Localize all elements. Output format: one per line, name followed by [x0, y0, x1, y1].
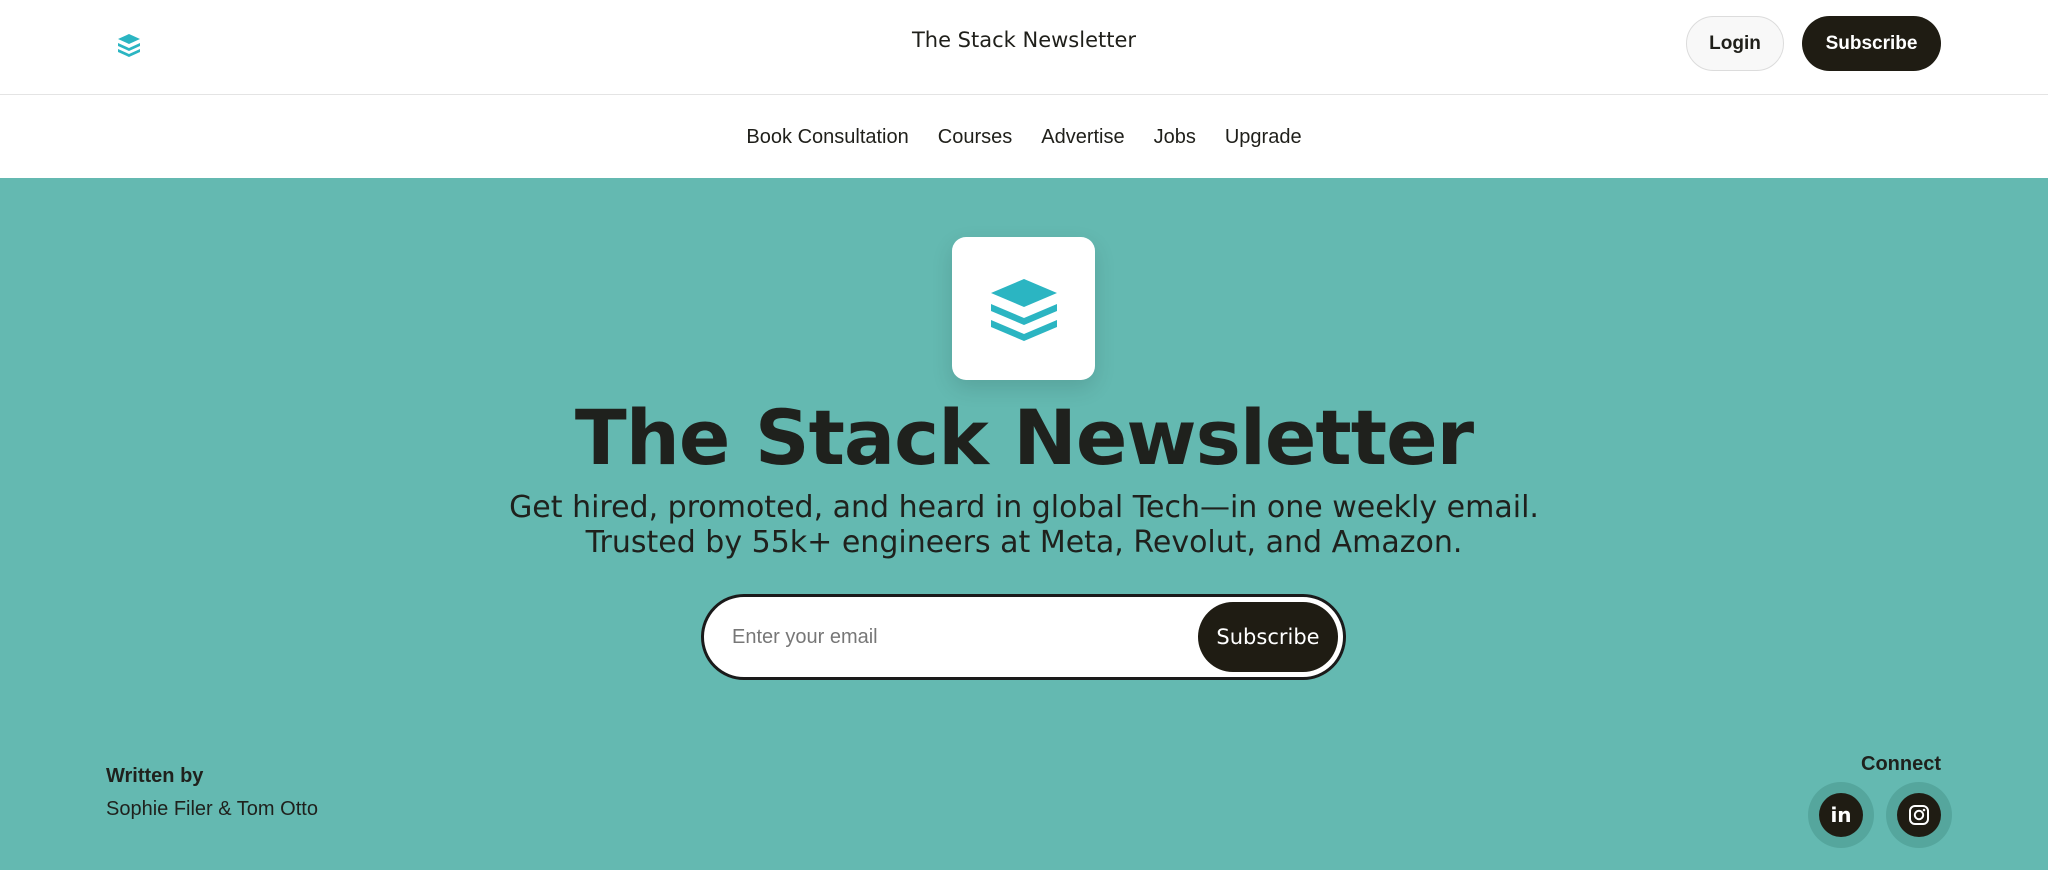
- hero-logo-card: [952, 237, 1095, 380]
- email-signup-form: Subscribe: [701, 594, 1346, 680]
- nav-item-book-consultation[interactable]: Book Consultation: [746, 126, 908, 149]
- hero-title: The Stack Newsletter: [574, 393, 1474, 482]
- authors-text: Sophie Filer & Tom Otto: [106, 798, 318, 820]
- top-header: The Stack Newsletter Login Subscribe: [0, 0, 2048, 95]
- hero-section: The Stack Newsletter Get hired, promoted…: [0, 178, 2048, 870]
- main-nav: Book Consultation Courses Advertise Jobs…: [0, 96, 2048, 178]
- written-by-label: Written by: [106, 765, 204, 787]
- stack-layers-icon: [990, 278, 1057, 341]
- email-input[interactable]: [732, 615, 1172, 659]
- email-subscribe-button[interactable]: Subscribe: [1198, 602, 1338, 672]
- linkedin-icon: in: [1819, 793, 1863, 837]
- nav-item-upgrade[interactable]: Upgrade: [1225, 126, 1302, 149]
- instagram-button[interactable]: [1886, 782, 1952, 848]
- stack-layers-icon[interactable]: [114, 30, 144, 60]
- linkedin-button[interactable]: in: [1808, 782, 1874, 848]
- hero-subtitle: Get hired, promoted, and heard in global…: [0, 490, 2048, 560]
- nav-item-jobs[interactable]: Jobs: [1154, 126, 1196, 149]
- login-button[interactable]: Login: [1686, 16, 1784, 71]
- connect-label: Connect: [1861, 753, 1941, 775]
- instagram-icon: [1897, 793, 1941, 837]
- hero-subtitle-line-2: Trusted by 55k+ engineers at Meta, Revol…: [585, 525, 1463, 560]
- nav-item-advertise[interactable]: Advertise: [1041, 126, 1124, 149]
- nav-item-courses[interactable]: Courses: [938, 126, 1012, 149]
- header-subscribe-button[interactable]: Subscribe: [1802, 16, 1941, 71]
- hero-subtitle-line-1: Get hired, promoted, and heard in global…: [509, 490, 1539, 525]
